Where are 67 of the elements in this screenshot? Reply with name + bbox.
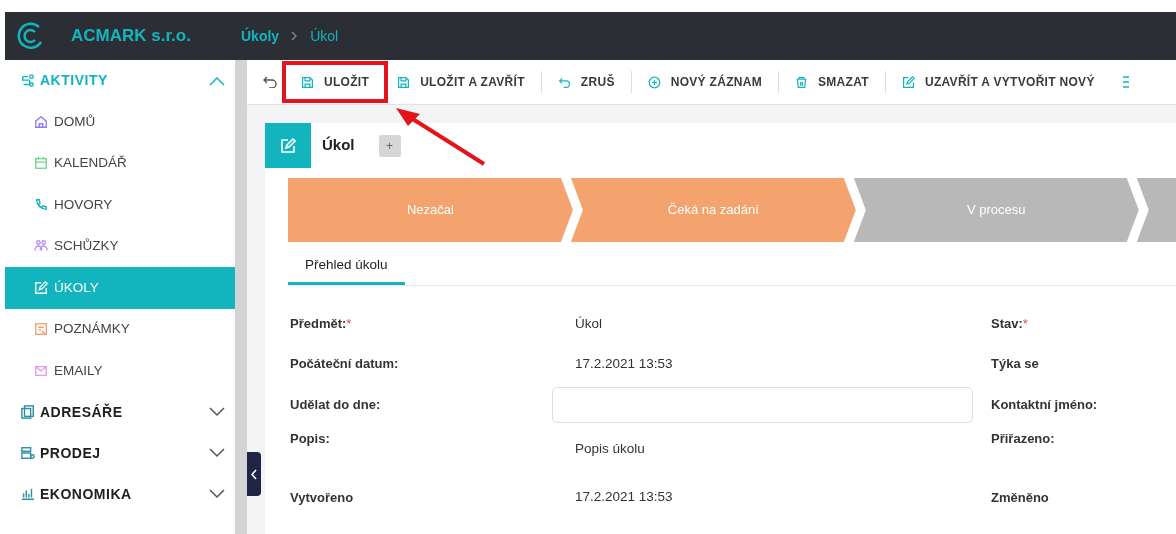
save-icon	[397, 75, 411, 89]
sidebar-item[interactable]: KALENDÁŘ	[5, 142, 235, 184]
sidebar-item[interactable]: POZNÁMKY	[5, 308, 235, 350]
required-mark: *	[1022, 315, 1028, 334]
chevron-up-icon	[209, 75, 225, 86]
edit-icon	[901, 75, 915, 89]
envelope-icon	[34, 363, 48, 378]
toolbar-button[interactable]: ULOŽIT A ZAVŘÍT	[383, 65, 539, 99]
collapse-handle[interactable]	[247, 452, 261, 496]
calendar-icon	[34, 156, 48, 171]
more-icon[interactable]	[1122, 76, 1129, 88]
breadcrumb-link[interactable]: Úkol	[310, 25, 339, 47]
undo-icon	[557, 75, 571, 89]
tab[interactable]: Přehled úkolu	[288, 248, 405, 285]
sidebar-item[interactable]: DOMŮ	[5, 101, 235, 143]
back-icon[interactable]	[263, 76, 277, 88]
required-mark: *	[346, 315, 352, 334]
sidebar-section[interactable]: ADRESÁŘE	[5, 391, 235, 433]
field-label: Změněno	[991, 488, 1049, 507]
stage-step	[1136, 178, 1176, 242]
toolbar-button[interactable]: ZRUŠ	[543, 65, 629, 99]
toolbar-button[interactable]: UZAVŘÍT A VYTVOŘIT NOVÝ	[887, 65, 1109, 99]
phone-icon	[34, 197, 48, 212]
flow-icon	[21, 73, 35, 88]
edit-icon	[280, 137, 296, 154]
logo-icon	[17, 22, 45, 50]
stack-icon	[21, 446, 35, 460]
folder-icon	[21, 405, 35, 419]
scrollbar[interactable]	[235, 60, 247, 534]
field-value: Popis úkolu	[575, 440, 646, 458]
sidebar-section[interactable]: EKONOMIKA	[5, 473, 235, 515]
chevron-down-icon	[209, 489, 225, 499]
save-icon	[301, 75, 314, 89]
field-value: 17.2.2021 13:53	[575, 488, 674, 507]
toolbar-button[interactable]: ULOŽIT	[287, 65, 384, 99]
field-value: Úkol	[575, 314, 603, 333]
date-input-field[interactable]	[552, 386, 973, 423]
separator-icon	[291, 31, 299, 41]
field-label: Vytvořeno	[290, 488, 354, 507]
house-icon	[34, 114, 48, 129]
plus-icon	[647, 75, 661, 89]
sidebar-item[interactable]: SCHŮZKY	[5, 225, 235, 267]
note-icon	[34, 322, 48, 337]
edit-icon	[34, 280, 48, 295]
chevron-down-icon	[209, 407, 225, 417]
field-value: 17.2.2021 13:53	[575, 354, 674, 373]
field-label: Počáteční datum:	[290, 355, 399, 374]
chevron-left-icon	[251, 468, 257, 480]
bar-chart-icon	[21, 487, 35, 501]
trash-icon	[795, 75, 808, 89]
field-label: Popis:	[290, 430, 330, 448]
toolbar-button[interactable]: SMAZAT	[781, 65, 883, 99]
sidebar-item[interactable]: EMAILY	[5, 350, 235, 392]
sidebar-section[interactable]: PRODEJ	[5, 432, 235, 474]
chevron-down-icon	[209, 448, 225, 458]
sidebar-item[interactable]: HOVORY	[5, 184, 235, 226]
field-label: Kontaktní jméno:	[991, 395, 1098, 414]
add-button[interactable]: +	[378, 134, 401, 157]
field-label: Přiřazeno:	[991, 430, 1055, 448]
field-label: Stav:	[991, 315, 1023, 334]
field-label: Předmět:	[290, 315, 347, 334]
toolbar-button[interactable]: NOVÝ ZÁZNAM	[633, 65, 776, 99]
breadcrumb-link[interactable]: Úkoly	[241, 25, 280, 47]
company-name: ACMARK s.r.o.	[71, 25, 192, 48]
field-label: Udělat do dne:	[290, 395, 381, 414]
field-label: Týka se	[991, 355, 1039, 374]
record-title: Úkol	[322, 135, 355, 156]
